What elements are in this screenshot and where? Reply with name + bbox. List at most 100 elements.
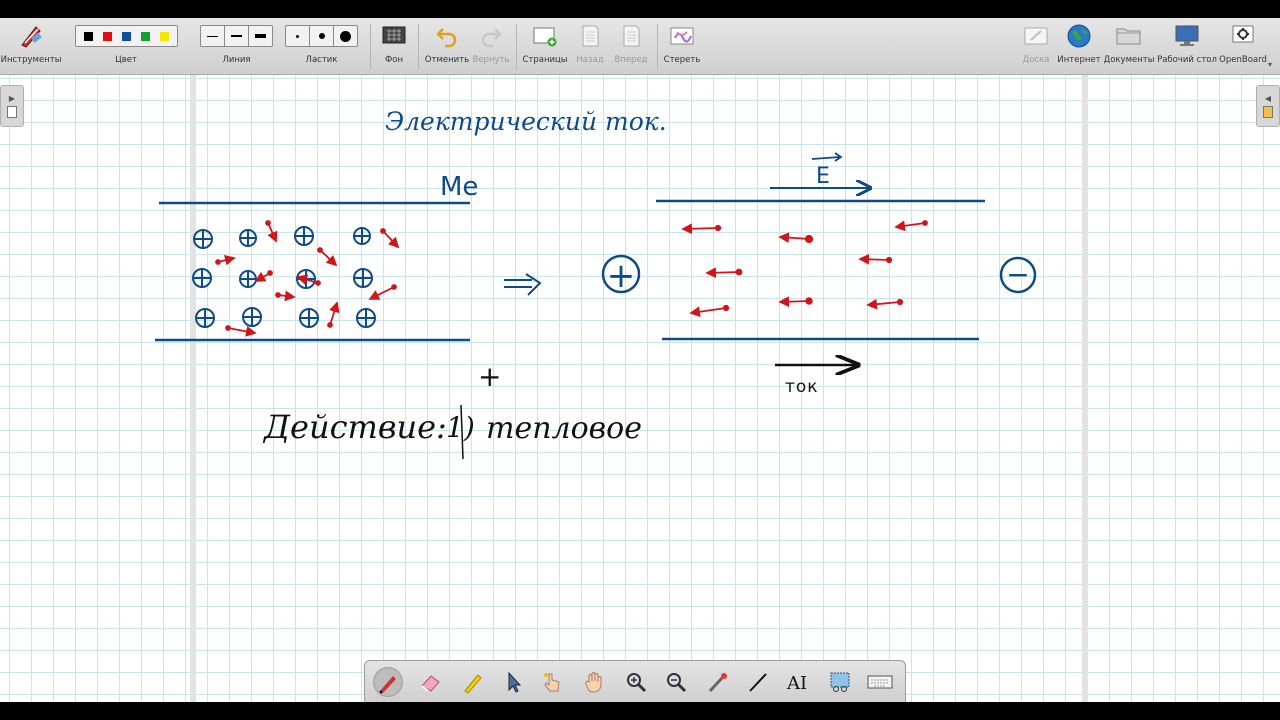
marker-icon: [464, 674, 482, 694]
plus-mark: +: [478, 360, 501, 393]
color-swatch-red[interactable]: [102, 31, 112, 41]
separator: [516, 24, 517, 70]
erase-button[interactable]: Стереть: [662, 18, 702, 74]
svg-text:AI: AI: [786, 673, 807, 694]
board-title: Электрический ток.: [385, 107, 667, 136]
back-button[interactable]: Назад: [574, 18, 606, 74]
pages-label: Страницы: [522, 55, 568, 65]
redo-icon: [479, 18, 503, 54]
background-grid-icon: [381, 18, 407, 54]
keyboard-tool-button[interactable]: [865, 667, 895, 697]
line-medium-button[interactable]: [225, 26, 249, 46]
color-label: Цвет: [115, 55, 137, 65]
color-swatch-green[interactable]: [140, 31, 150, 41]
text-icon: AI: [786, 673, 807, 694]
color-group: Цвет: [66, 18, 186, 74]
add-page-icon: [532, 18, 558, 54]
eraser-label: Ластик: [305, 55, 338, 65]
capture-tool-button[interactable]: [825, 667, 855, 697]
redo-label: Вернуть: [472, 55, 510, 65]
metal-label: Me: [440, 172, 478, 202]
ion-positive: [353, 268, 373, 288]
eraser-tool-button[interactable]: [415, 667, 445, 697]
separator: [418, 24, 419, 70]
drifting-electrons: [681, 220, 928, 318]
ion-positive: [242, 307, 262, 327]
documents-button[interactable]: Документы: [1104, 18, 1154, 74]
actions-heading: Действие:: [262, 408, 447, 446]
openboard-label: OpenBoard: [1219, 55, 1267, 65]
forward-button[interactable]: Вперед: [612, 18, 650, 74]
line-thin-button[interactable]: [201, 26, 225, 46]
line-group: Линия: [199, 18, 274, 74]
line-tool-button[interactable]: [743, 667, 773, 697]
pen-icon: [379, 676, 396, 694]
ink-layer: Электрический ток. Me + E − ток + Действ…: [155, 107, 1037, 460]
back-label: Назад: [576, 55, 604, 65]
selector-tool-button[interactable]: [499, 667, 529, 697]
eraser-medium-button[interactable]: [310, 26, 334, 46]
stylus-toolbar: AI: [364, 660, 906, 703]
internet-button[interactable]: Интернет: [1057, 18, 1101, 74]
pen-tool-button[interactable]: [373, 667, 403, 697]
monitor-icon: [1173, 18, 1201, 54]
color-swatch-yellow[interactable]: [159, 31, 169, 41]
line-thick-button[interactable]: [249, 26, 272, 46]
openboard-button[interactable]: OpenBoard: [1219, 18, 1267, 74]
lattice-ions: [192, 226, 376, 328]
background-button[interactable]: Фон: [376, 18, 412, 74]
text-tool-button[interactable]: AI: [783, 667, 813, 697]
board-button[interactable]: Доска: [1020, 18, 1052, 74]
capture-icon: [830, 672, 850, 692]
action-item-text: тепловое: [486, 411, 642, 446]
action-item-number: 1): [446, 411, 475, 444]
globe-icon: [1066, 18, 1092, 54]
letterbox-bottom: [0, 702, 1280, 720]
color-swatch-blue[interactable]: [121, 31, 131, 41]
line-icon: [749, 673, 767, 692]
documents-label: Документы: [1103, 55, 1155, 65]
eraser-sizes: [285, 25, 358, 47]
ion-positive: [294, 226, 314, 246]
zoom-in-tool-button[interactable]: [621, 667, 651, 697]
eraser-small-button[interactable]: [286, 26, 310, 46]
ion-positive: [193, 229, 213, 249]
page-forward-icon: [620, 18, 642, 54]
implies-arrow-icon: [504, 273, 542, 296]
interactor-tool-button[interactable]: [537, 667, 567, 697]
eraser-large-button[interactable]: [334, 26, 357, 46]
board-canvas[interactable]: ▶ ◀ Электрический ток. Me + E − ток + Де…: [0, 75, 1280, 702]
ion-positive: [195, 308, 215, 328]
zoom-out-tool-button[interactable]: [661, 667, 691, 697]
ion-positive: [356, 308, 376, 328]
redo-button[interactable]: Вернуть: [472, 18, 510, 74]
undo-label: Отменить: [424, 55, 470, 65]
ion-positive: [192, 268, 212, 288]
minus-terminal-sign: −: [1006, 258, 1029, 291]
desktop-label: Рабочий стол: [1157, 55, 1217, 65]
pages-button[interactable]: Страницы: [522, 18, 568, 74]
interactor-icon: [544, 673, 560, 692]
desktop-button[interactable]: Рабочий стол: [1157, 18, 1217, 74]
tools-button[interactable]: Инструменты: [1, 18, 61, 74]
line-widths: [200, 25, 273, 47]
overflow-chevron-icon[interactable]: ▾: [1268, 60, 1272, 69]
color-swatches: [74, 25, 178, 47]
ion-positive: [353, 227, 371, 245]
tools-icon: [18, 18, 44, 54]
eraser-group: Ластик: [285, 18, 358, 74]
erase-label: Стереть: [663, 55, 701, 65]
laser-pointer-icon: [708, 673, 727, 693]
undo-button[interactable]: Отменить: [424, 18, 470, 74]
hand-tool-button[interactable]: [579, 667, 609, 697]
keyboard-icon: [867, 675, 893, 689]
separator: [657, 24, 658, 70]
ion-positive: [239, 229, 257, 247]
color-swatch-black[interactable]: [83, 31, 93, 41]
marker-tool-button[interactable]: [457, 667, 487, 697]
hand-icon: [585, 672, 602, 693]
internet-label: Интернет: [1057, 55, 1101, 65]
zoom-out-icon: [667, 673, 687, 693]
laser-tool-button[interactable]: [703, 667, 733, 697]
background-label: Фон: [384, 55, 404, 65]
